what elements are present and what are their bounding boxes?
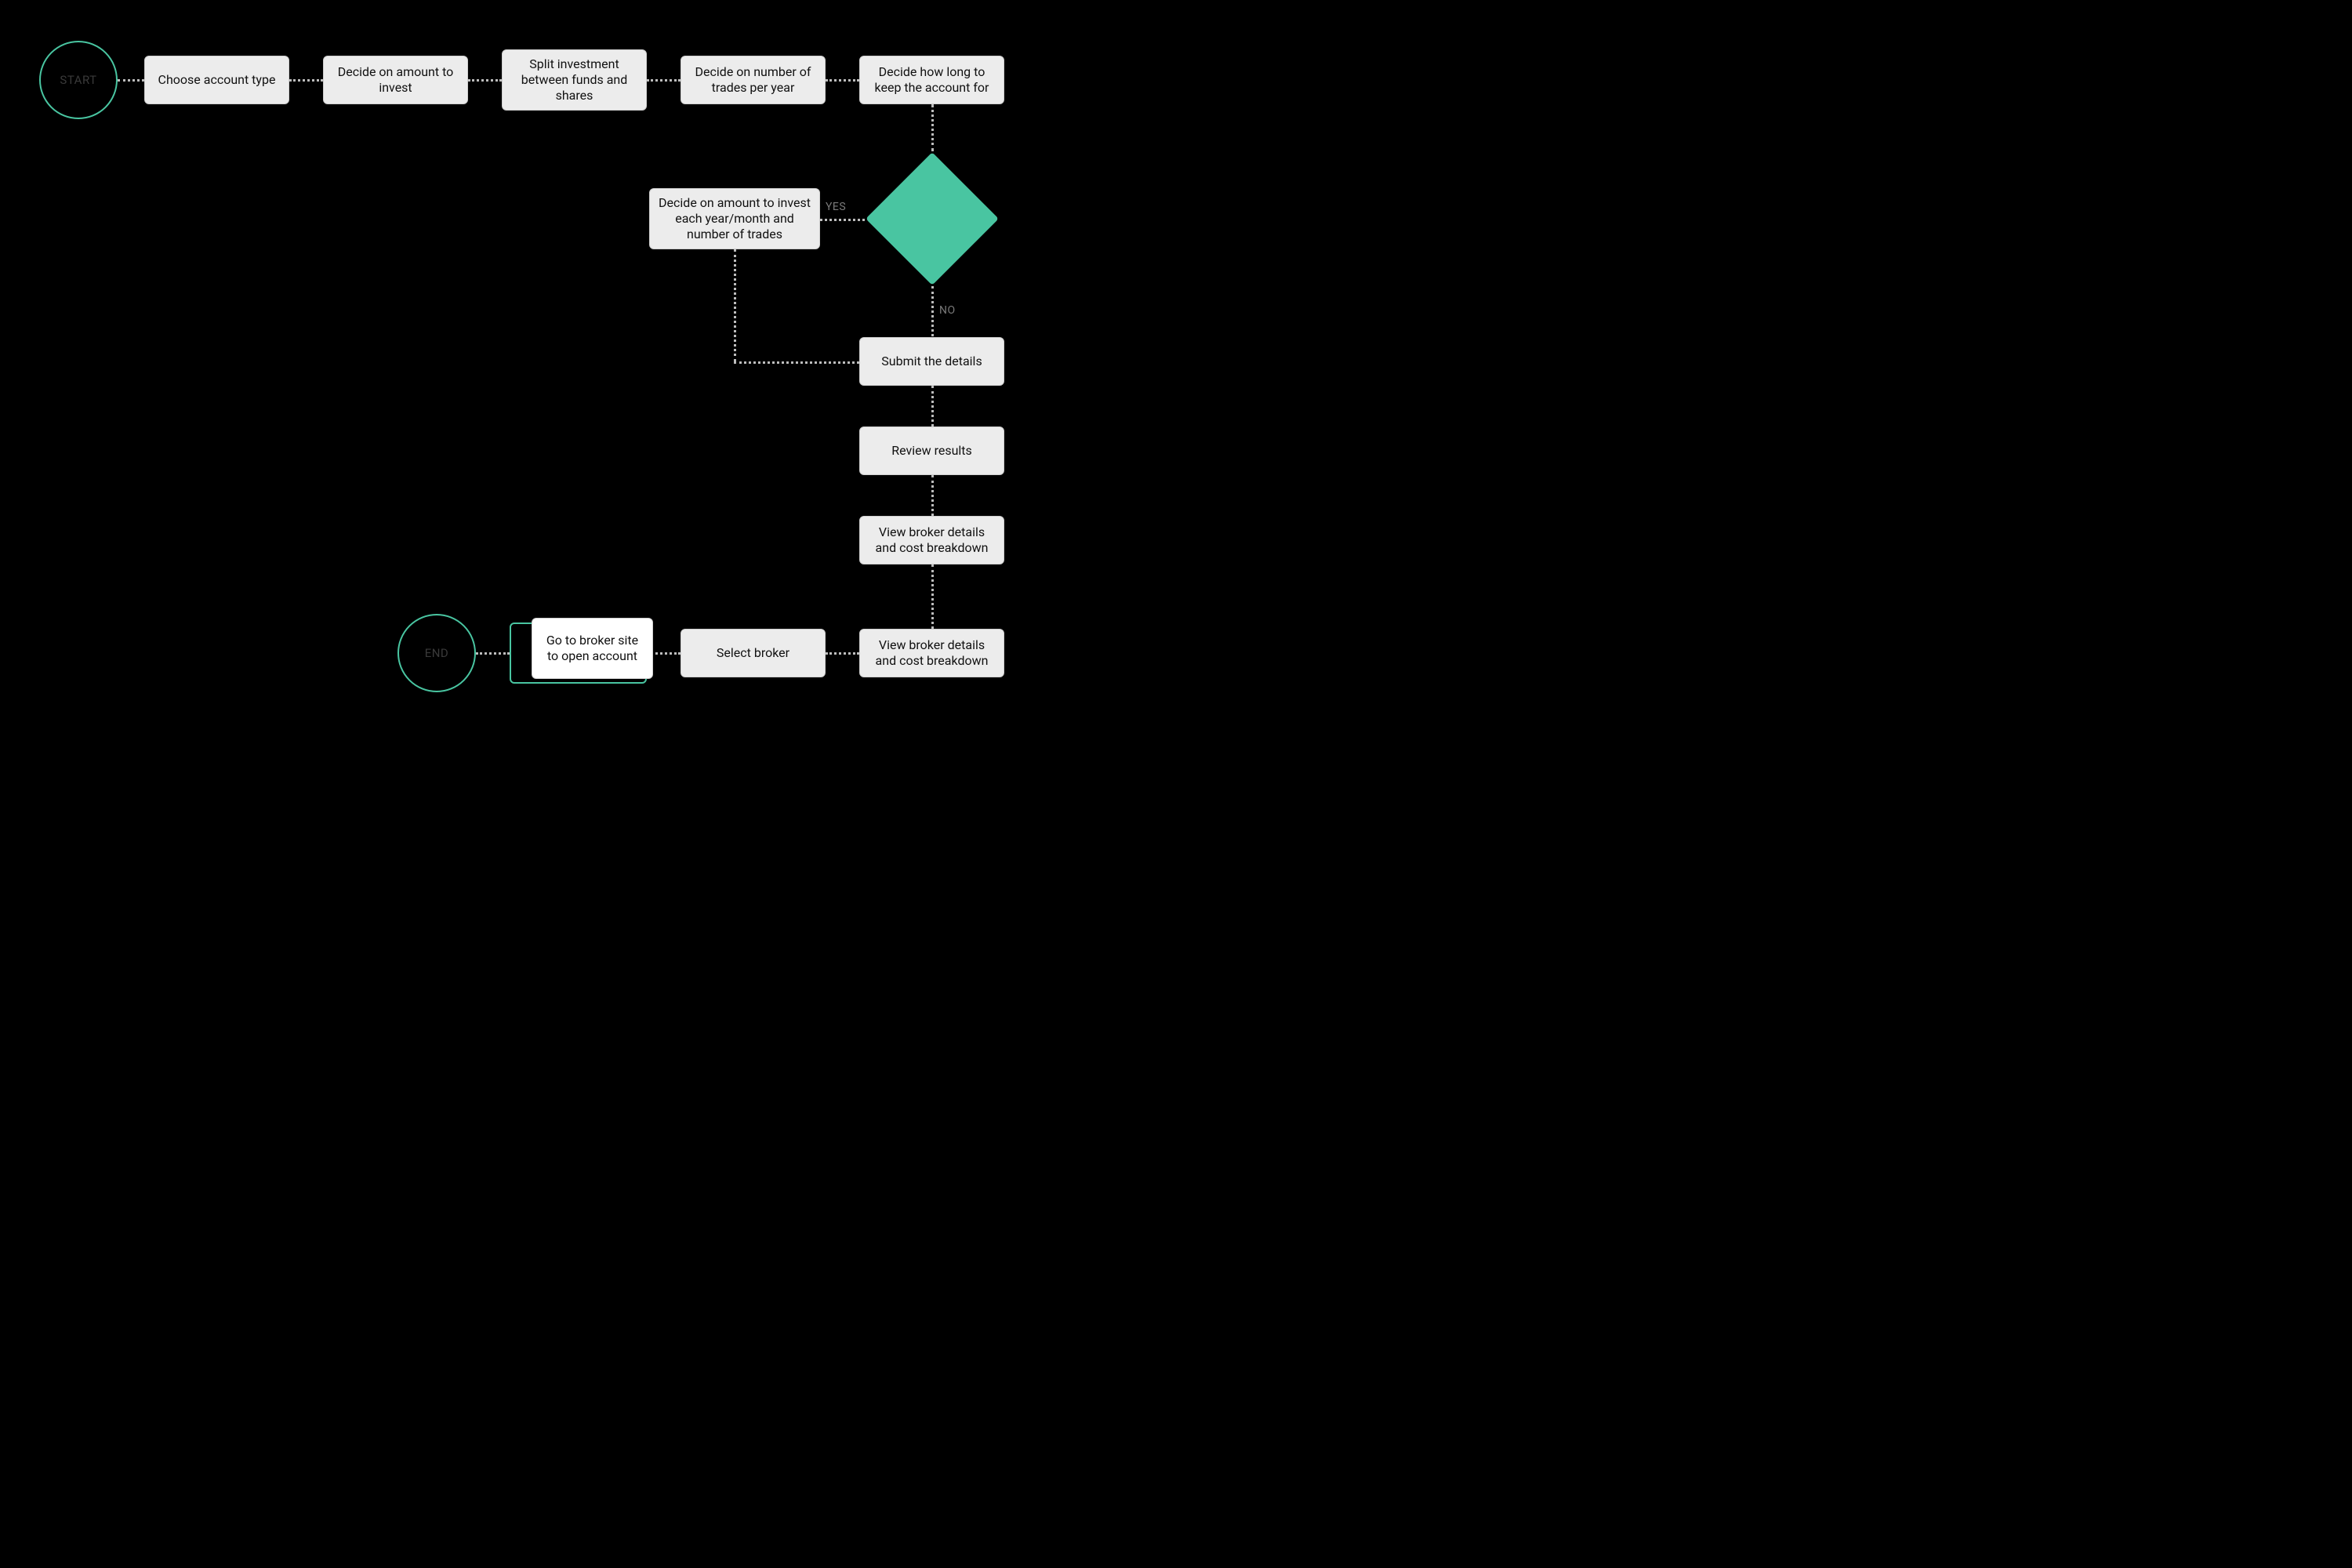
node-label: View broker details and cost breakdown xyxy=(868,524,996,556)
node-label: Decide on number of trades per year xyxy=(689,64,817,96)
node-select-broker: Select broker xyxy=(681,629,826,677)
connector xyxy=(931,386,934,426)
node-label: View broker details and cost breakdown xyxy=(868,637,996,669)
node-keep-account-duration: Decide how long to keep the account for xyxy=(859,56,1004,104)
node-label: Decide on amount to invest each year/mon… xyxy=(658,195,811,242)
node-label: Review results xyxy=(891,443,972,459)
connector xyxy=(734,361,859,364)
node-label: Submit the details xyxy=(881,354,982,369)
connector xyxy=(289,79,323,82)
connector xyxy=(826,79,859,82)
diamond-shape xyxy=(866,152,999,285)
connector xyxy=(647,79,681,82)
node-label: Choose account type xyxy=(158,72,276,88)
node-trades-per-year: Decide on number of trades per year xyxy=(681,56,826,104)
end-label: END xyxy=(425,646,449,660)
edge-label-yes: YES xyxy=(826,201,846,213)
connector xyxy=(931,286,934,336)
node-label: Decide how long to keep the account for xyxy=(868,64,996,96)
node-label: Split investment between funds and share… xyxy=(510,56,638,103)
start-label: START xyxy=(60,73,96,87)
node-label: Go to broker site to open account xyxy=(540,633,644,664)
node-view-broker-details-1: View broker details and cost breakdown xyxy=(859,516,1004,564)
node-submit-details: Submit the details xyxy=(859,337,1004,386)
connector xyxy=(820,219,865,221)
connector xyxy=(468,79,502,82)
start-node: START xyxy=(39,41,118,119)
node-decide-amount-each-period: Decide on amount to invest each year/mon… xyxy=(649,188,820,249)
decision-invest-over-time xyxy=(865,151,1000,286)
node-review-results: Review results xyxy=(859,426,1004,475)
connector xyxy=(931,564,934,629)
connector xyxy=(931,475,934,516)
connector xyxy=(734,249,736,361)
flowchart-canvas: START Choose account type Decide on amou… xyxy=(0,0,1145,764)
connector xyxy=(826,652,859,655)
node-split-investment: Split investment between funds and share… xyxy=(502,49,647,111)
node-label: Select broker xyxy=(717,645,789,661)
connector xyxy=(476,652,510,655)
node-label: Decide on amount to invest xyxy=(332,64,459,96)
node-view-broker-details-2: View broker details and cost breakdown xyxy=(859,629,1004,677)
edge-label-no: NO xyxy=(939,304,956,317)
connector xyxy=(931,104,934,151)
node-choose-account-type: Choose account type xyxy=(144,56,289,104)
connector xyxy=(118,79,144,82)
end-node: END xyxy=(397,614,476,692)
node-open-account: Go to broker site to open account xyxy=(532,618,653,679)
node-decide-amount: Decide on amount to invest xyxy=(323,56,468,104)
